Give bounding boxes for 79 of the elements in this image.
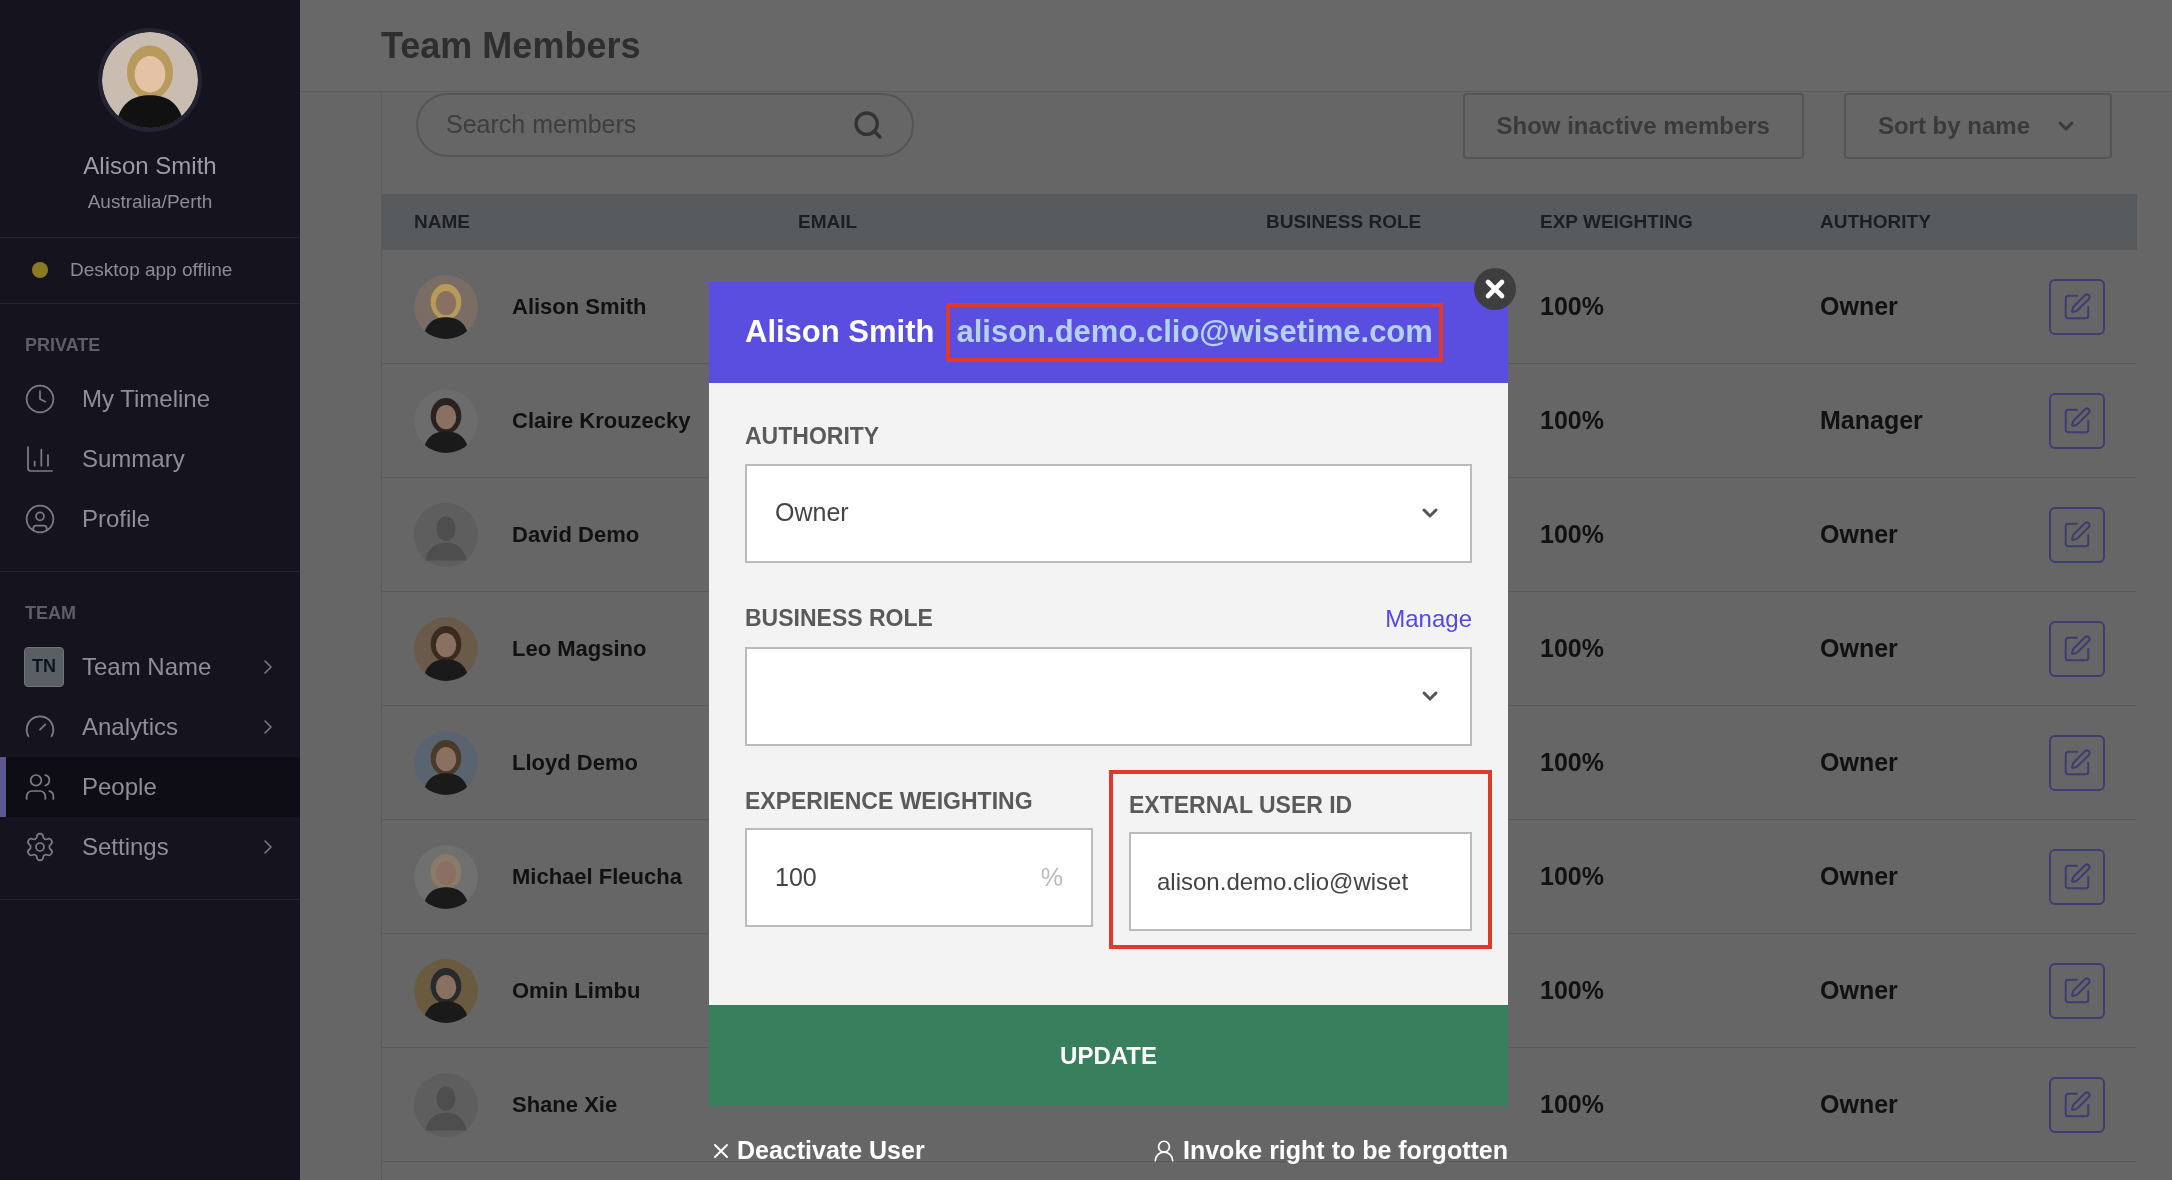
nav-item[interactable]: Profile <box>0 488 300 549</box>
business-role-select[interactable] <box>745 646 1472 746</box>
member-name: Omin Limbu <box>512 977 641 1005</box>
exp-weighting: 100% <box>1540 746 1605 778</box>
edit-icon <box>2062 1089 2092 1120</box>
edit-icon <box>2062 633 2092 664</box>
update-button[interactable]: UPDATE <box>709 1005 1508 1106</box>
authority-value: Owner <box>1820 1088 1898 1120</box>
edit-icon <box>2062 747 2092 778</box>
member-name: David Demo <box>512 521 640 549</box>
edit-button[interactable] <box>2049 734 2105 791</box>
user-circle-icon <box>24 502 56 535</box>
section-heading: TEAM <box>24 601 77 625</box>
edit-button[interactable] <box>2049 962 2105 1019</box>
clock-icon <box>24 382 56 415</box>
nav-item[interactable]: Settings <box>0 816 300 877</box>
column-header: NAME <box>414 209 471 234</box>
edit-button[interactable] <box>2049 848 2105 905</box>
modal-title: Alison Smith <box>745 313 935 352</box>
field-label: AUTHORITY <box>745 422 881 451</box>
external-id-field[interactable]: alison.demo.clio@wiset <box>1129 832 1472 931</box>
authority-value: Manager <box>1820 404 1923 436</box>
user-location: Australia/Perth <box>87 190 213 214</box>
section-heading: PRIVATE <box>24 333 102 357</box>
edit-button[interactable] <box>2049 506 2105 563</box>
exp-weighting: 100% <box>1540 290 1605 322</box>
authority-select[interactable]: Owner <box>745 463 1472 563</box>
member-name: Shane Xie <box>512 1091 618 1119</box>
edit-icon <box>2062 975 2092 1006</box>
nav-item[interactable]: TN Team Name <box>0 636 300 697</box>
column-header: EMAIL <box>798 209 859 234</box>
column-header: BUSINESS ROLE <box>1266 209 1423 234</box>
user-silhouette-icon <box>414 1072 478 1137</box>
page-title: Team Members <box>381 23 641 68</box>
edit-button[interactable] <box>2049 620 2105 677</box>
column-header: AUTHORITY <box>1820 209 1932 234</box>
field-label: EXPERIENCE WEIGHTING <box>745 786 1034 816</box>
member-name: Michael Fleucha <box>512 863 682 891</box>
user-name: Alison Smith <box>83 151 217 181</box>
exp-weighting: 100% <box>1540 404 1605 436</box>
user-silhouette-icon <box>414 502 478 567</box>
edit-icon <box>2062 291 2092 322</box>
team-badge: TN <box>24 646 64 687</box>
authority-value: Owner <box>1820 860 1898 892</box>
member-name: Claire Krouzecky <box>512 407 691 435</box>
edit-icon <box>2062 519 2092 550</box>
gear-icon <box>24 830 56 863</box>
exp-weighting: 100% <box>1540 518 1605 550</box>
manage-link[interactable]: Manage <box>1385 600 1472 637</box>
nav-item[interactable]: My Timeline <box>0 368 300 429</box>
exp-weighting: 100% <box>1540 974 1605 1006</box>
forget-user-link[interactable]: Invoke right to be forgotten <box>1151 1132 1508 1170</box>
edit-icon <box>2062 861 2092 892</box>
exp-weighting: 100% <box>1540 1088 1605 1120</box>
exp-weighting: 100% <box>1540 860 1605 892</box>
status-label: Desktop app offline <box>70 257 233 282</box>
field-label: EXTERNAL USER ID <box>1129 790 1354 820</box>
experience-field[interactable]: 100 % <box>745 828 1093 927</box>
edit-button[interactable] <box>2049 278 2105 335</box>
modal-email: alison.demo.clio@wisetime.com <box>946 303 1443 362</box>
deactivate-user-link[interactable]: Deactivate User <box>709 1132 925 1170</box>
member-name: Alison Smith <box>512 293 647 321</box>
authority-value: Owner <box>1820 746 1898 778</box>
edit-button[interactable] <box>2049 1076 2105 1133</box>
authority-value: Owner <box>1820 974 1898 1006</box>
nav-item[interactable]: People <box>0 756 300 817</box>
member-name: Leo Magsino <box>512 635 647 663</box>
authority-value: Owner <box>1820 632 1898 664</box>
authority-value: Owner <box>1820 518 1898 550</box>
exp-weighting: 100% <box>1540 632 1605 664</box>
nav-item[interactable]: Summary <box>0 428 300 489</box>
edit-button[interactable] <box>2049 392 2105 449</box>
nav-item[interactable]: Analytics <box>0 696 300 757</box>
authority-value: Owner <box>1820 290 1898 322</box>
search-icon <box>852 109 884 141</box>
field-label: BUSINESS ROLE <box>745 604 933 634</box>
member-name: Lloyd Demo <box>512 749 638 777</box>
edit-icon <box>2062 405 2092 436</box>
column-header: EXP WEIGHTING <box>1540 209 1694 234</box>
